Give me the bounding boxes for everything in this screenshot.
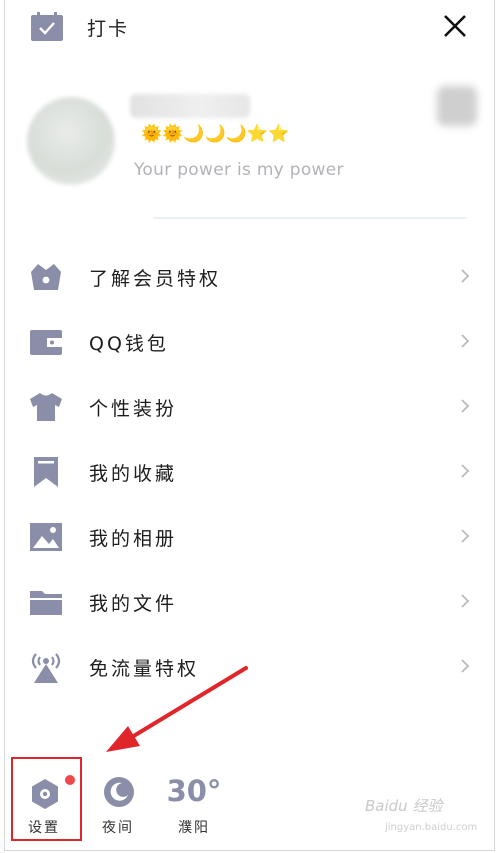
avatar[interactable]: [27, 97, 115, 185]
menu-item-label: 了解会员特权: [89, 268, 222, 290]
menu-item-label: 免流量特权: [89, 658, 200, 680]
watermark-url: jingyan.baidu.com: [385, 822, 478, 833]
folder-icon: [30, 591, 62, 615]
chevron-right-icon: [461, 594, 470, 608]
menu-item-label: 我的文件: [89, 593, 178, 615]
menu-item-label: 个性装扮: [89, 398, 178, 420]
watermark-brand: Baidu 经验: [365, 797, 443, 815]
tshirt-icon: [30, 393, 62, 421]
drawer-header: 打卡: [5, 0, 494, 60]
antenna-icon: [31, 653, 61, 683]
weather-temperature: 30°: [166, 774, 222, 808]
calendar-check-icon[interactable]: [30, 12, 64, 42]
menu-item-free-data[interactable]: 免流量特权: [5, 634, 494, 699]
menu-item-favorites[interactable]: 我的收藏: [5, 439, 494, 504]
chevron-right-icon: [461, 334, 470, 348]
menu-item-label: 我的收藏: [89, 463, 178, 485]
moon-icon: [104, 777, 134, 807]
nickname-blurred: [130, 94, 250, 118]
qr-code-icon[interactable]: [437, 86, 477, 126]
chevron-right-icon: [461, 269, 470, 283]
menu-item-qq-wallet[interactable]: QQ钱包: [5, 309, 494, 374]
side-drawer: 打卡 🌞🌞🌙🌙🌙⭐⭐ Your power is my power 了解会员特权: [4, 0, 495, 851]
menu-item-photo-album[interactable]: 我的相册: [5, 504, 494, 569]
chevron-right-icon: [461, 399, 470, 413]
menu-item-label: 我的相册: [89, 528, 178, 550]
bookmark-icon: [34, 457, 58, 487]
menu-item-label: QQ钱包: [89, 333, 169, 355]
photo-icon: [30, 523, 62, 551]
menu-item-vip-privileges[interactable]: 了解会员特权: [5, 244, 494, 309]
signature-text[interactable]: Your power is my power: [134, 160, 344, 180]
weather-city: 濮阳: [178, 820, 210, 836]
menu-item-personalize[interactable]: 个性装扮: [5, 374, 494, 439]
profile-divider: [153, 217, 467, 219]
crown-basket-icon: [31, 264, 61, 290]
night-mode-label: 夜间: [102, 820, 134, 836]
night-mode-button[interactable]: 夜间: [83, 760, 153, 850]
chevron-right-icon: [461, 464, 470, 478]
chevron-right-icon: [461, 529, 470, 543]
checkin-label[interactable]: 打卡: [87, 14, 129, 41]
highlight-box: [11, 757, 82, 841]
level-badges: 🌞🌞🌙🌙🌙⭐⭐: [141, 124, 290, 144]
weather-widget[interactable]: 30° 濮阳: [159, 760, 229, 850]
menu-item-files[interactable]: 我的文件: [5, 569, 494, 634]
close-icon[interactable]: [441, 12, 469, 40]
wallet-icon: [30, 330, 62, 355]
chevron-right-icon: [461, 659, 470, 673]
